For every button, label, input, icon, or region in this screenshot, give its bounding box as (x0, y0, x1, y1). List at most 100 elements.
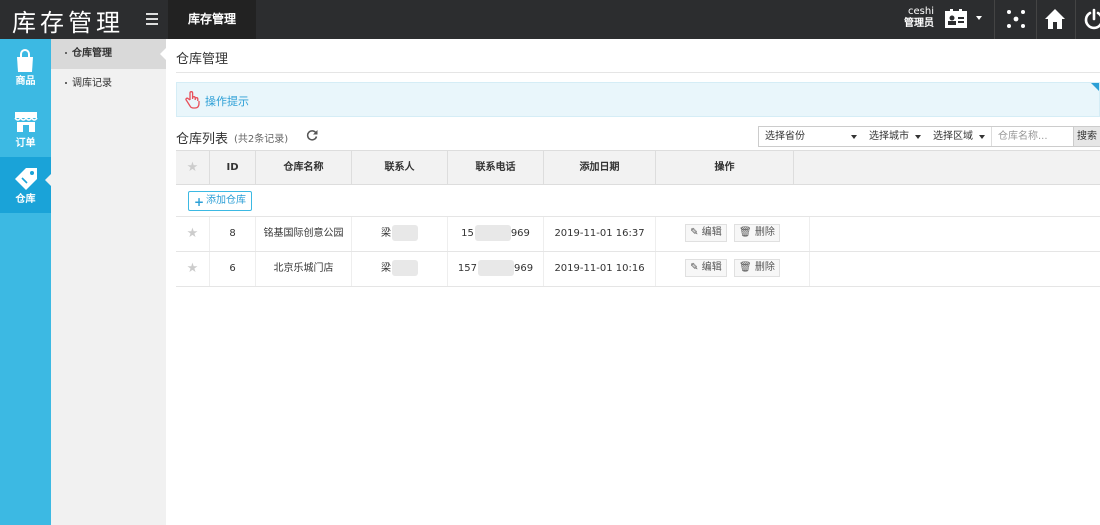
province-select[interactable]: 选择省份 (759, 127, 861, 146)
name-cell: 北京乐城门店 (256, 252, 352, 286)
actions-cell: ✎ 编辑 🗑 删除 (656, 252, 810, 286)
delete-label: 删除 (754, 227, 775, 238)
list-title: 仓库列表 (176, 132, 229, 147)
store-icon (14, 112, 38, 132)
redacted-block (478, 260, 514, 276)
table-row[interactable]: ★ 6 北京乐城门店 梁 157 969 2019-11-01 10:16 ✎ 编… (176, 252, 1100, 287)
app-title: 库存管理 (12, 9, 124, 37)
delete-button[interactable]: 🗑 删除 (733, 259, 780, 277)
province-value: 选择省份 (765, 131, 805, 142)
edit-label: 编辑 (701, 227, 722, 238)
user-name: ceshi (908, 6, 934, 17)
add-warehouse-button[interactable]: + 添加仓库 (188, 191, 252, 211)
sidebar-item-label: 仓库 (15, 194, 36, 205)
city-value: 选择城市 (869, 131, 909, 142)
caret-down-icon (915, 135, 921, 139)
city-select[interactable]: 选择城市 (863, 127, 925, 146)
subnav-item-transfer-records[interactable]: 调库记录 (51, 69, 166, 99)
table-header: ★ ID 仓库名称 联系人 联系电话 添加日期 操作 (176, 150, 1100, 185)
phone-suffix: 969 (514, 263, 534, 274)
redacted-block (392, 260, 418, 276)
id-card-icon[interactable] (944, 9, 968, 29)
redacted-block (392, 225, 418, 241)
corner-marker (1091, 83, 1099, 91)
column-header[interactable]: 联系电话 (448, 151, 544, 184)
star-icon[interactable]: ★ (187, 261, 199, 276)
redacted-block (474, 225, 511, 241)
divider (994, 0, 995, 39)
delete-button[interactable]: 🗑 删除 (733, 224, 780, 242)
star-icon[interactable]: ★ (187, 226, 199, 241)
sidebar-item-orders[interactable]: 订单 (0, 101, 51, 157)
main-content: 仓库管理 操作提示 仓库列表 (共2条记录) 选择省份 选择城市 选择区域 搜索… (166, 39, 1100, 525)
column-header: 操作 (656, 151, 794, 184)
district-value: 选择区域 (933, 131, 973, 142)
name-cell: 铭基国际创意公园 (256, 217, 352, 251)
column-header[interactable]: 联系人 (352, 151, 448, 184)
id-cell: 8 (210, 217, 256, 251)
star-icon[interactable]: ★ (187, 160, 199, 175)
top-bar: 库存管理 库存管理 ceshi 管理员 (0, 0, 1100, 39)
contact-value: 梁 (381, 228, 391, 239)
sidebar-item-warehouse[interactable]: 仓库 (0, 157, 51, 213)
edit-icon: ✎ (690, 227, 699, 238)
shopping-bag-icon (17, 49, 33, 72)
edit-button[interactable]: ✎ 编辑 (685, 259, 727, 277)
sidebar-item-label: 订单 (15, 138, 36, 149)
record-count: (共2条记录) (234, 134, 289, 145)
table-row[interactable]: ★ 8 铭基国际创意公园 梁 15 969 2019-11-01 16:37 ✎ … (176, 217, 1100, 252)
menu-icon[interactable] (146, 13, 158, 25)
caret-down-icon (979, 135, 985, 139)
toolbar-row: + 添加仓库 (176, 185, 1100, 217)
divider (176, 72, 1100, 73)
sidebar-item-label: 商品 (15, 76, 36, 87)
divider (1036, 0, 1037, 39)
column-header[interactable]: 添加日期 (544, 151, 656, 184)
column-header[interactable]: ID (210, 151, 256, 184)
filter-bar: 选择省份 选择城市 选择区域 搜索 (758, 126, 1100, 147)
trash-icon: 🗑 (738, 227, 752, 238)
subnav-item-label: 仓库管理 (72, 48, 112, 59)
date-cell: 2019-11-01 16:37 (544, 217, 656, 251)
page-title: 仓库管理 (176, 52, 229, 67)
hand-pointer-icon (185, 91, 200, 109)
trash-icon: 🗑 (738, 262, 752, 273)
phone-cell: 15 969 (448, 217, 544, 251)
column-header[interactable]: 仓库名称 (256, 151, 352, 184)
home-icon[interactable] (1044, 8, 1066, 30)
tab-inventory[interactable]: 库存管理 (168, 0, 256, 39)
subnav-item-warehouse-manage[interactable]: 仓库管理 (51, 39, 166, 69)
phone-prefix: 157 (457, 263, 477, 274)
delete-label: 删除 (754, 262, 775, 273)
tip-panel[interactable]: 操作提示 (176, 82, 1100, 117)
contact-cell: 梁 (352, 252, 448, 286)
tag-icon (15, 168, 37, 190)
row-star-cell: ★ (176, 217, 210, 251)
edit-label: 编辑 (701, 262, 722, 273)
id-cell: 6 (210, 252, 256, 286)
chevron-down-icon[interactable] (976, 16, 982, 20)
phone-suffix: 969 (510, 228, 530, 239)
column-star: ★ (176, 151, 210, 184)
user-info[interactable]: ceshi 管理员 (898, 6, 934, 30)
row-star-cell: ★ (176, 252, 210, 286)
add-warehouse-label: 添加仓库 (206, 195, 246, 206)
tip-label: 操作提示 (205, 95, 249, 108)
main-sidebar: 商品 订单 仓库 (0, 39, 51, 525)
power-icon[interactable] (1083, 8, 1100, 30)
district-select[interactable]: 选择区域 (927, 127, 989, 146)
actions-cell: ✎ 编辑 🗑 删除 (656, 217, 810, 251)
contact-cell: 梁 (352, 217, 448, 251)
edit-icon: ✎ (690, 262, 699, 273)
refresh-icon[interactable] (306, 129, 318, 141)
apps-icon[interactable] (1005, 8, 1027, 30)
sidebar-item-products[interactable]: 商品 (0, 39, 51, 95)
edit-button[interactable]: ✎ 编辑 (685, 224, 727, 242)
date-cell: 2019-11-01 10:16 (544, 252, 656, 286)
divider (1075, 0, 1076, 39)
warehouse-name-input[interactable] (991, 127, 1073, 146)
phone-prefix: 15 (461, 228, 474, 239)
plus-icon: + (194, 195, 205, 209)
phone-cell: 157 969 (448, 252, 544, 286)
search-button[interactable]: 搜索 (1073, 126, 1100, 147)
